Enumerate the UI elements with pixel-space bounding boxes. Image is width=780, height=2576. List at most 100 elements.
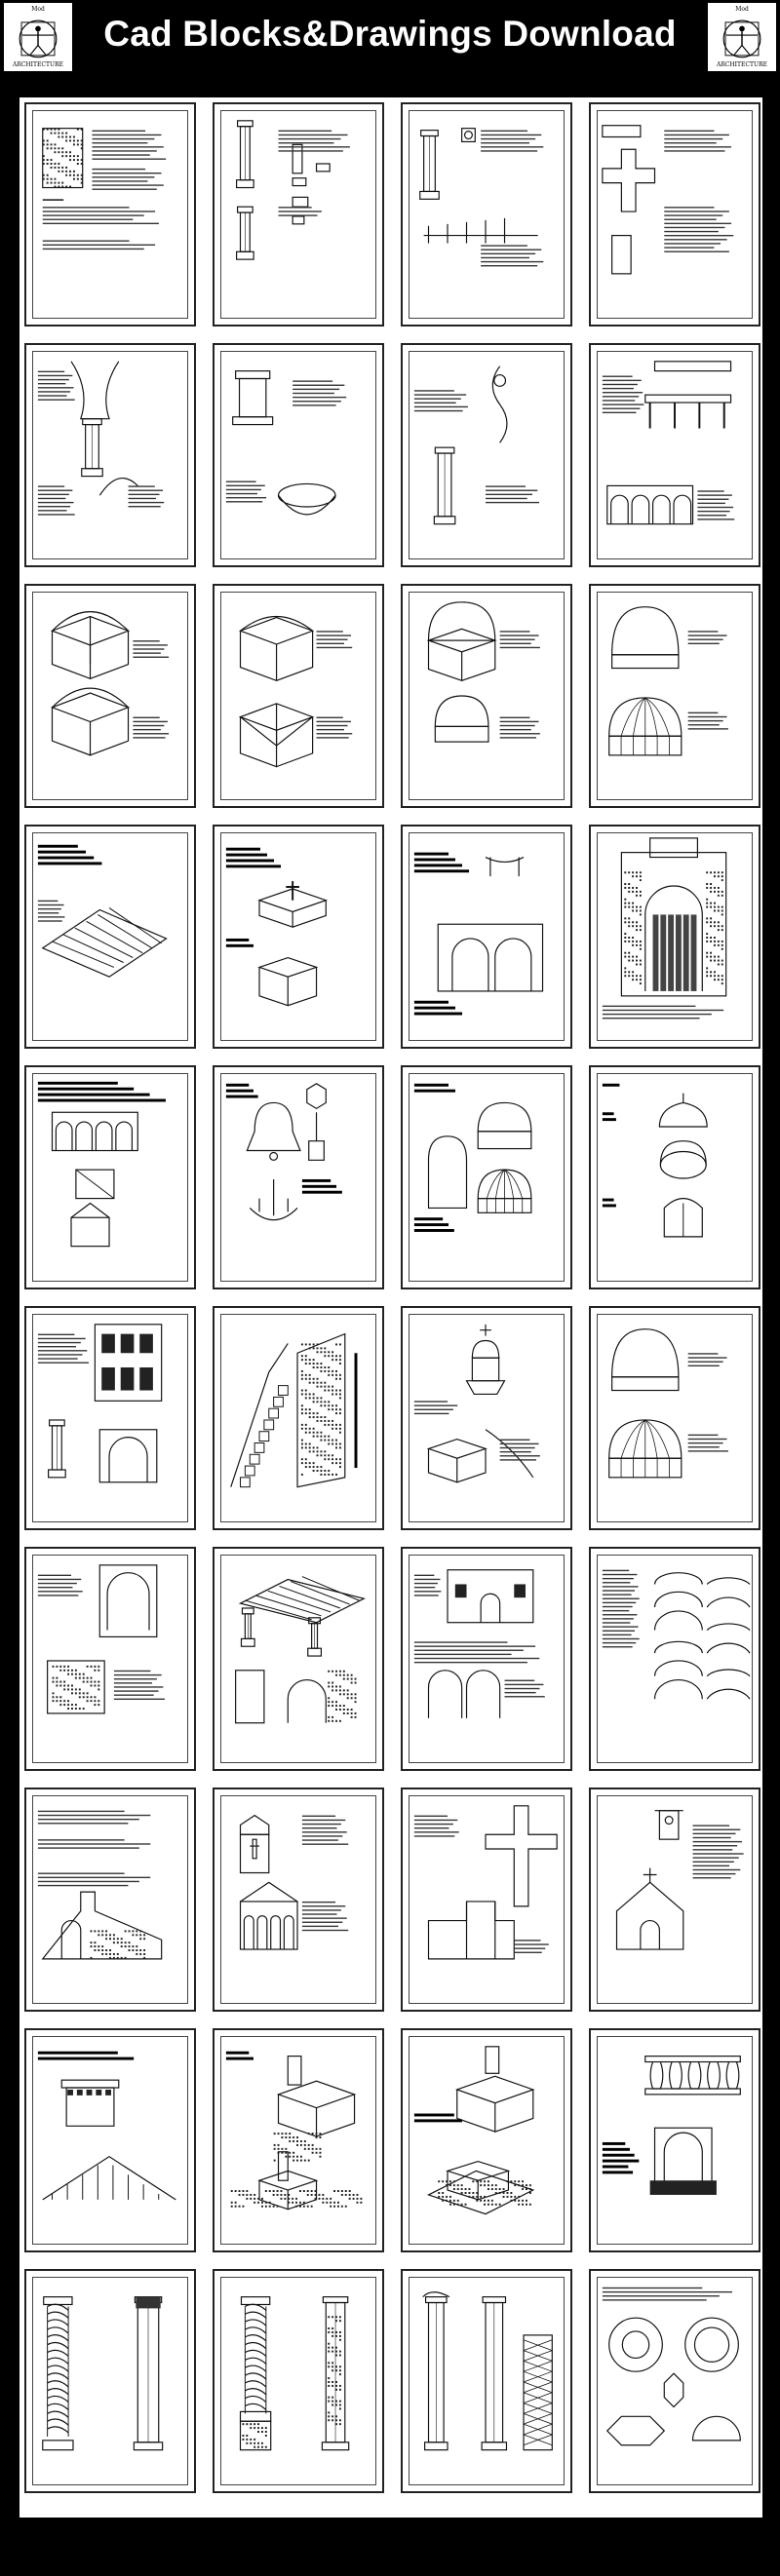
cad-drawing [422, 2291, 553, 2451]
cad-drawing [602, 837, 727, 1019]
drawing-sheet-grid [20, 97, 762, 2518]
cad-drawing [413, 365, 540, 525]
cad-drawing-sheet-balustrade-arcade[interactable] [589, 343, 760, 567]
drawing-frame [409, 592, 565, 800]
cad-drawing [419, 128, 544, 267]
cad-drawing-sheet-tomb-blocks[interactable] [213, 825, 384, 1049]
cad-drawing [239, 2296, 350, 2451]
cad-drawing-sheet-domes-pair[interactable] [589, 584, 760, 808]
cad-drawing [37, 1081, 166, 1248]
drawing-frame [220, 1314, 376, 1522]
cad-drawing [426, 601, 540, 743]
cad-drawing-sheet-pedestal-basin[interactable] [213, 343, 384, 567]
cad-drawing-sheet-dome-cube[interactable] [401, 584, 572, 808]
drawing-frame [220, 592, 376, 800]
drawing-frame [597, 1555, 753, 1763]
cad-drawing [413, 1324, 540, 1483]
cad-drawing-sheet-city-gate[interactable] [24, 1788, 196, 2012]
logo-bottom-text: ARCHITECTURE [717, 61, 767, 68]
cad-drawing [42, 128, 167, 250]
drawing-frame [32, 592, 188, 800]
cad-drawing-sheet-cornice-pavilion[interactable] [24, 2028, 196, 2252]
drawing-frame [220, 351, 376, 559]
cad-drawing [225, 1083, 342, 1221]
cad-drawing-sheet-spiral-column[interactable] [24, 2269, 196, 2493]
cad-drawing-sheet-bell-chandelier[interactable] [213, 1065, 384, 1289]
cad-drawing [602, 2287, 741, 2446]
cad-drawing-sheet-groin-vault[interactable] [24, 584, 196, 808]
drawing-frame [220, 1073, 376, 1282]
drawing-frame [597, 2277, 753, 2485]
cad-drawing-sheet-cross-plan[interactable] [589, 102, 760, 327]
cad-drawing-sheet-mission-facade[interactable] [401, 1547, 572, 1771]
drawing-frame [220, 2036, 376, 2245]
drawing-frame [597, 1795, 753, 2004]
drawing-frame [220, 2277, 376, 2485]
cad-drawing [413, 1569, 545, 1718]
cad-drawing [608, 1328, 728, 1479]
vitruvian-man-icon [722, 19, 761, 58]
cad-drawing-sheet-arch-niche[interactable] [401, 825, 572, 1049]
cad-drawing [602, 361, 735, 525]
cad-drawing [235, 1576, 366, 1724]
cad-drawing-sheet-church-iso[interactable] [213, 2028, 384, 2252]
drawing-frame [597, 1314, 753, 1522]
cad-drawing-sheet-tower[interactable] [24, 102, 196, 327]
cad-drawing-sheet-column-details[interactable] [213, 102, 384, 327]
drawing-frame [220, 1555, 376, 1763]
logo-top-text: Mod [735, 6, 749, 13]
drawing-frame [597, 832, 753, 1041]
page-title: Cad Blocks&Drawings Download [103, 14, 677, 54]
cad-drawing-sheet-domes-pair[interactable] [589, 1306, 760, 1530]
cad-drawing-sheet-twisted-column[interactable] [213, 2269, 384, 2493]
drawing-frame [32, 1314, 188, 1522]
cad-drawing [42, 2296, 164, 2451]
architecture-logo-left: Mod ARCHITECTURE [4, 3, 72, 71]
cad-drawing [608, 606, 728, 756]
cad-drawing-sheet-stair-section[interactable] [213, 1306, 384, 1530]
cad-drawing-sheet-arcade-chapel[interactable] [24, 1065, 196, 1289]
drawing-frame [32, 832, 188, 1041]
cad-drawing-sheet-house-window[interactable] [24, 1547, 196, 1771]
cad-drawing-sheet-cupola-block[interactable] [401, 1306, 572, 1530]
cad-drawing [230, 1332, 358, 1488]
cad-drawing-sheet-portal-facade[interactable] [589, 825, 760, 1049]
cad-drawing [225, 2051, 363, 2211]
cad-drawing-sheet-cube-vaults[interactable] [213, 584, 384, 808]
cad-drawing-sheet-arch-types[interactable] [589, 1547, 760, 1771]
cad-drawing-sheet-church-iso2[interactable] [401, 2028, 572, 2252]
drawing-frame [409, 2277, 565, 2485]
cad-drawing [37, 361, 165, 516]
header: Mod ARCHITECTURE Cad Blocks&Drawings Dow… [0, 0, 780, 76]
cad-drawing-sheet-dome-fountain[interactable] [401, 1065, 572, 1289]
cad-drawing-sheet-rosettes[interactable] [589, 2269, 760, 2493]
drawing-frame [32, 2277, 188, 2485]
cad-drawing [602, 1083, 708, 1238]
logo-top-text: Mod [31, 6, 45, 13]
cad-drawing-sheet-balcony[interactable] [589, 2028, 760, 2252]
cad-drawing [238, 615, 353, 768]
cad-drawing-sheet-capital-column[interactable] [24, 343, 196, 567]
cad-drawing [615, 1810, 744, 1950]
cad-drawing [37, 1324, 163, 1483]
drawing-frame [409, 1314, 565, 1522]
cad-drawing-sheet-lanterns[interactable] [589, 1065, 760, 1289]
cad-drawing-sheet-roof-truss[interactable] [24, 825, 196, 1049]
drawing-frame [409, 351, 565, 559]
cad-drawing-sheet-finial-column[interactable] [401, 343, 572, 567]
drawing-frame [409, 1555, 565, 1763]
cad-drawing-sheet-facade-elevation[interactable] [24, 1306, 196, 1530]
cad-drawing-sheet-pilaster-column[interactable] [401, 2269, 572, 2493]
drawing-frame [597, 1073, 753, 1282]
drawing-frame [32, 2036, 188, 2245]
cad-drawing-sheet-chapel-elevation[interactable] [589, 1788, 760, 2012]
cad-drawing-sheet-church-section[interactable] [213, 1788, 384, 2012]
cad-drawing-sheet-pergola-block[interactable] [213, 1547, 384, 1771]
drawing-frame [220, 832, 376, 1041]
cad-drawing-sheet-cross-plan2[interactable] [401, 1788, 572, 2012]
cad-drawing-sheet-column-base[interactable] [401, 102, 572, 327]
cad-drawing [413, 852, 544, 1016]
drawing-frame [597, 2036, 753, 2245]
drawing-frame [409, 2036, 565, 2245]
cad-drawing [225, 370, 347, 516]
